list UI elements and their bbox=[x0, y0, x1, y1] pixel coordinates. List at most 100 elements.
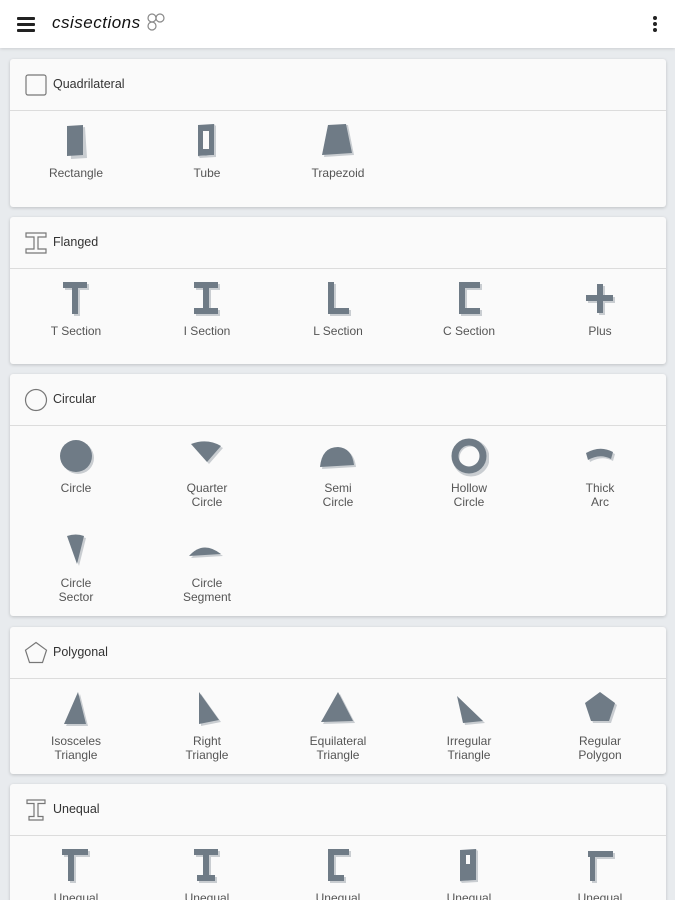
shape-label: I Section bbox=[183, 324, 231, 338]
section-title: Polygonal bbox=[53, 645, 108, 659]
section-header[interactable]: Quadrilateral bbox=[10, 59, 666, 111]
l-section-shape-icon bbox=[328, 282, 351, 316]
hollow-circle-shape-icon bbox=[451, 438, 489, 477]
square-outline-icon bbox=[25, 74, 47, 96]
more-vert-icon[interactable] bbox=[651, 15, 659, 33]
shape-unequal-t[interactable]: Unequal bbox=[21, 847, 131, 900]
shape-hollow-circle[interactable]: Hollow Circle bbox=[414, 437, 524, 509]
regular-polygon-shape-icon bbox=[585, 692, 617, 723]
section-header[interactable]: Circular bbox=[10, 374, 666, 426]
i-section-shape-icon bbox=[194, 282, 220, 316]
thick-arc-shape-icon bbox=[586, 448, 615, 462]
shape-circle-segment[interactable]: Circle Segment bbox=[152, 532, 262, 604]
tube-shape-icon bbox=[198, 124, 216, 158]
shape-trapezoid[interactable]: Trapezoid bbox=[283, 122, 393, 180]
hamburger-menu-icon[interactable] bbox=[17, 16, 35, 32]
section-flanged: Flanged T Section I Section L Section C … bbox=[10, 217, 666, 364]
section-unequal: Unequal Unequal Unequal Unequal Unequal bbox=[10, 784, 666, 900]
section-title: Circular bbox=[53, 392, 97, 406]
shape-label: Hollow Circle bbox=[450, 481, 487, 509]
rectangle-shape-icon bbox=[67, 125, 87, 159]
app-logo: csisections bbox=[52, 13, 165, 37]
shape-label: C Section bbox=[442, 324, 496, 338]
shape-label: Trapezoid bbox=[311, 166, 365, 180]
t-section-shape-icon bbox=[63, 282, 89, 316]
section-title: Flanged bbox=[53, 235, 99, 249]
shape-l-section[interactable]: L Section bbox=[283, 280, 393, 338]
shape-unequal-i[interactable]: Unequal bbox=[152, 847, 262, 900]
shape-semi-circle[interactable]: Semi Circle bbox=[283, 437, 393, 509]
shape-label: Rectangle bbox=[48, 166, 104, 180]
shape-unequal-c[interactable]: Unequal bbox=[283, 847, 393, 900]
shape-plus[interactable]: Plus bbox=[545, 280, 655, 338]
unequal-t-shape-icon bbox=[62, 849, 90, 883]
unequal-tube-shape-icon bbox=[460, 849, 478, 883]
unequal-angle-shape-icon bbox=[588, 851, 615, 883]
shape-label: T Section bbox=[50, 324, 102, 338]
circle-sector-shape-icon bbox=[67, 534, 86, 566]
unequal-i-shape-icon bbox=[194, 849, 220, 883]
isosceles-triangle-shape-icon bbox=[64, 692, 88, 726]
logo-mark-icon bbox=[147, 13, 165, 31]
shape-quarter-circle[interactable]: Quarter Circle bbox=[152, 437, 262, 509]
plus-shape-icon bbox=[586, 284, 615, 315]
irregular-triangle-shape-icon bbox=[457, 696, 485, 725]
shape-label: Unequal bbox=[53, 891, 99, 900]
shape-c-section[interactable]: C Section bbox=[414, 280, 524, 338]
shape-label: Right Triangle bbox=[185, 734, 229, 762]
shape-equilateral-triangle[interactable]: Equilateral Triangle bbox=[283, 690, 393, 762]
unequal-i-beam-outline-icon bbox=[26, 799, 46, 821]
shape-label: Circle bbox=[60, 481, 92, 495]
shape-label: Semi Circle bbox=[322, 481, 354, 509]
shape-label: Regular Polygon bbox=[578, 734, 622, 762]
shape-unequal-angle[interactable]: Unequal bbox=[545, 847, 655, 900]
semi-circle-shape-icon bbox=[320, 447, 356, 469]
shape-label: Unequal bbox=[184, 891, 230, 900]
shape-irregular-triangle[interactable]: Irregular Triangle bbox=[414, 690, 524, 762]
shape-t-section[interactable]: T Section bbox=[21, 280, 131, 338]
shape-right-triangle[interactable]: Right Triangle bbox=[152, 690, 262, 762]
pentagon-outline-icon bbox=[24, 641, 48, 664]
circle-shape-icon bbox=[60, 440, 94, 474]
section-header[interactable]: Flanged bbox=[10, 217, 666, 269]
shape-tube[interactable]: Tube bbox=[152, 122, 262, 180]
circle-segment-shape-icon bbox=[189, 547, 223, 558]
shape-label: Quarter Circle bbox=[186, 481, 228, 509]
section-circular: Circular Circle Quarter Circle Semi Circ… bbox=[10, 374, 666, 616]
shape-circle-sector[interactable]: Circle Sector bbox=[21, 532, 131, 604]
circle-outline-icon bbox=[24, 388, 48, 412]
section-title: Quadrilateral bbox=[53, 77, 125, 91]
i-beam-outline-icon bbox=[25, 232, 47, 254]
section-polygonal: Polygonal Isosceles Triangle Right Trian… bbox=[10, 627, 666, 774]
shape-label: L Section bbox=[313, 324, 363, 338]
shape-label: Irregular Triangle bbox=[446, 734, 492, 762]
shape-regular-polygon[interactable]: Regular Polygon bbox=[545, 690, 655, 762]
shape-isosceles-triangle[interactable]: Isosceles Triangle bbox=[21, 690, 131, 762]
shape-label: Unequal bbox=[315, 891, 361, 900]
shape-i-section[interactable]: I Section bbox=[152, 280, 262, 338]
shape-thick-arc[interactable]: Thick Arc bbox=[545, 437, 655, 509]
shape-rectangle[interactable]: Rectangle bbox=[21, 122, 131, 180]
shape-label: Unequal bbox=[577, 891, 623, 900]
app-bar: csisections bbox=[0, 0, 675, 48]
unequal-c-shape-icon bbox=[328, 849, 351, 883]
shape-label: Isosceles Triangle bbox=[50, 734, 102, 762]
section-title: Unequal bbox=[53, 802, 100, 816]
section-quadrilateral: Quadrilateral Rectangle Tube Trapezoid bbox=[10, 59, 666, 207]
right-triangle-shape-icon bbox=[199, 692, 221, 726]
shape-label: Equilateral Triangle bbox=[309, 734, 367, 762]
shape-label: Thick Arc bbox=[585, 481, 615, 509]
shape-label: Circle Segment bbox=[182, 576, 232, 604]
shape-label: Plus bbox=[588, 324, 612, 338]
shape-unequal-tube[interactable]: Unequal bbox=[414, 847, 524, 900]
logo-text: csisections bbox=[52, 13, 141, 32]
section-header[interactable]: Polygonal bbox=[10, 627, 666, 679]
shape-label: Unequal bbox=[446, 891, 492, 900]
trapezoid-shape-icon bbox=[322, 124, 354, 157]
c-section-shape-icon bbox=[459, 282, 482, 316]
equilateral-triangle-shape-icon bbox=[321, 692, 355, 724]
shape-circle[interactable]: Circle bbox=[21, 437, 131, 495]
section-header[interactable]: Unequal bbox=[10, 784, 666, 836]
shape-label: Circle Sector bbox=[58, 576, 94, 604]
shape-label: Tube bbox=[193, 166, 221, 180]
